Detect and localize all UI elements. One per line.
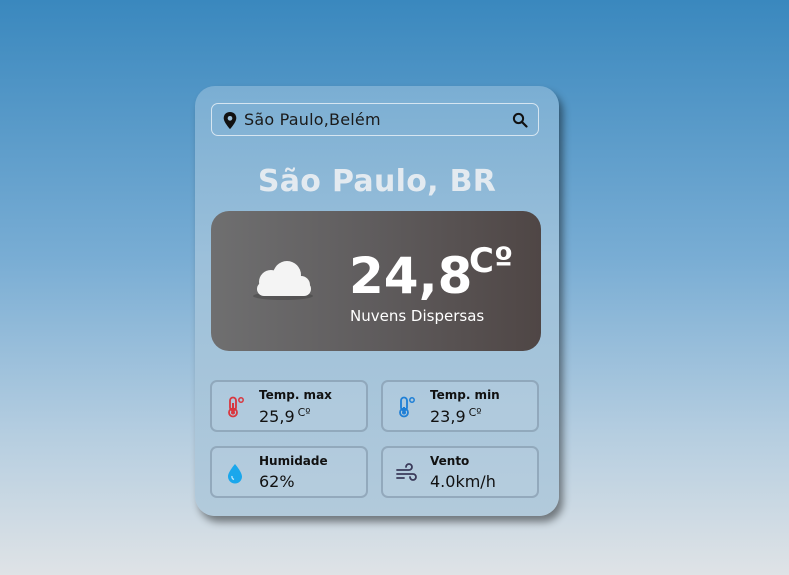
stat-label: Vento: [430, 454, 470, 468]
thermometer-cold-icon: [399, 396, 415, 418]
stat-temp-min: Temp. min 23,9 Cº: [381, 380, 539, 432]
temperature-unit: Cº: [469, 241, 514, 281]
thermometer-hot-icon: [228, 396, 244, 418]
search-bar[interactable]: São Paulo,Belém: [211, 103, 539, 136]
stat-temp-max: Temp. max 25,9 Cº: [210, 380, 368, 432]
city-title: São Paulo, BR: [257, 164, 497, 199]
stat-label: Temp. max: [259, 388, 332, 402]
weather-card: São Paulo,Belém São Paulo, BR 24,8 Cº Nu…: [195, 86, 559, 516]
stat-humidity: Humidade 62%: [210, 446, 368, 498]
stat-value: 23,9 Cº: [430, 406, 482, 426]
stat-wind: Vento 4.0km/h: [381, 446, 539, 498]
current-weather-panel: 24,8 Cº Nuvens Dispersas: [211, 211, 541, 351]
temperature-value: 24,8: [349, 247, 473, 305]
water-drop-icon: [228, 464, 242, 484]
search-input[interactable]: São Paulo,Belém: [244, 110, 381, 129]
weather-description: Nuvens Dispersas: [350, 307, 485, 325]
stat-value: 4.0km/h: [430, 472, 496, 491]
stat-label: Humidade: [259, 454, 328, 468]
wind-icon: [396, 463, 417, 481]
stat-value: 62%: [259, 472, 295, 491]
location-pin-icon: [223, 112, 237, 130]
stat-value: 25,9 Cº: [259, 406, 311, 426]
stat-label: Temp. min: [430, 388, 500, 402]
search-icon[interactable]: [512, 112, 528, 128]
cloud-icon: [253, 261, 313, 300]
